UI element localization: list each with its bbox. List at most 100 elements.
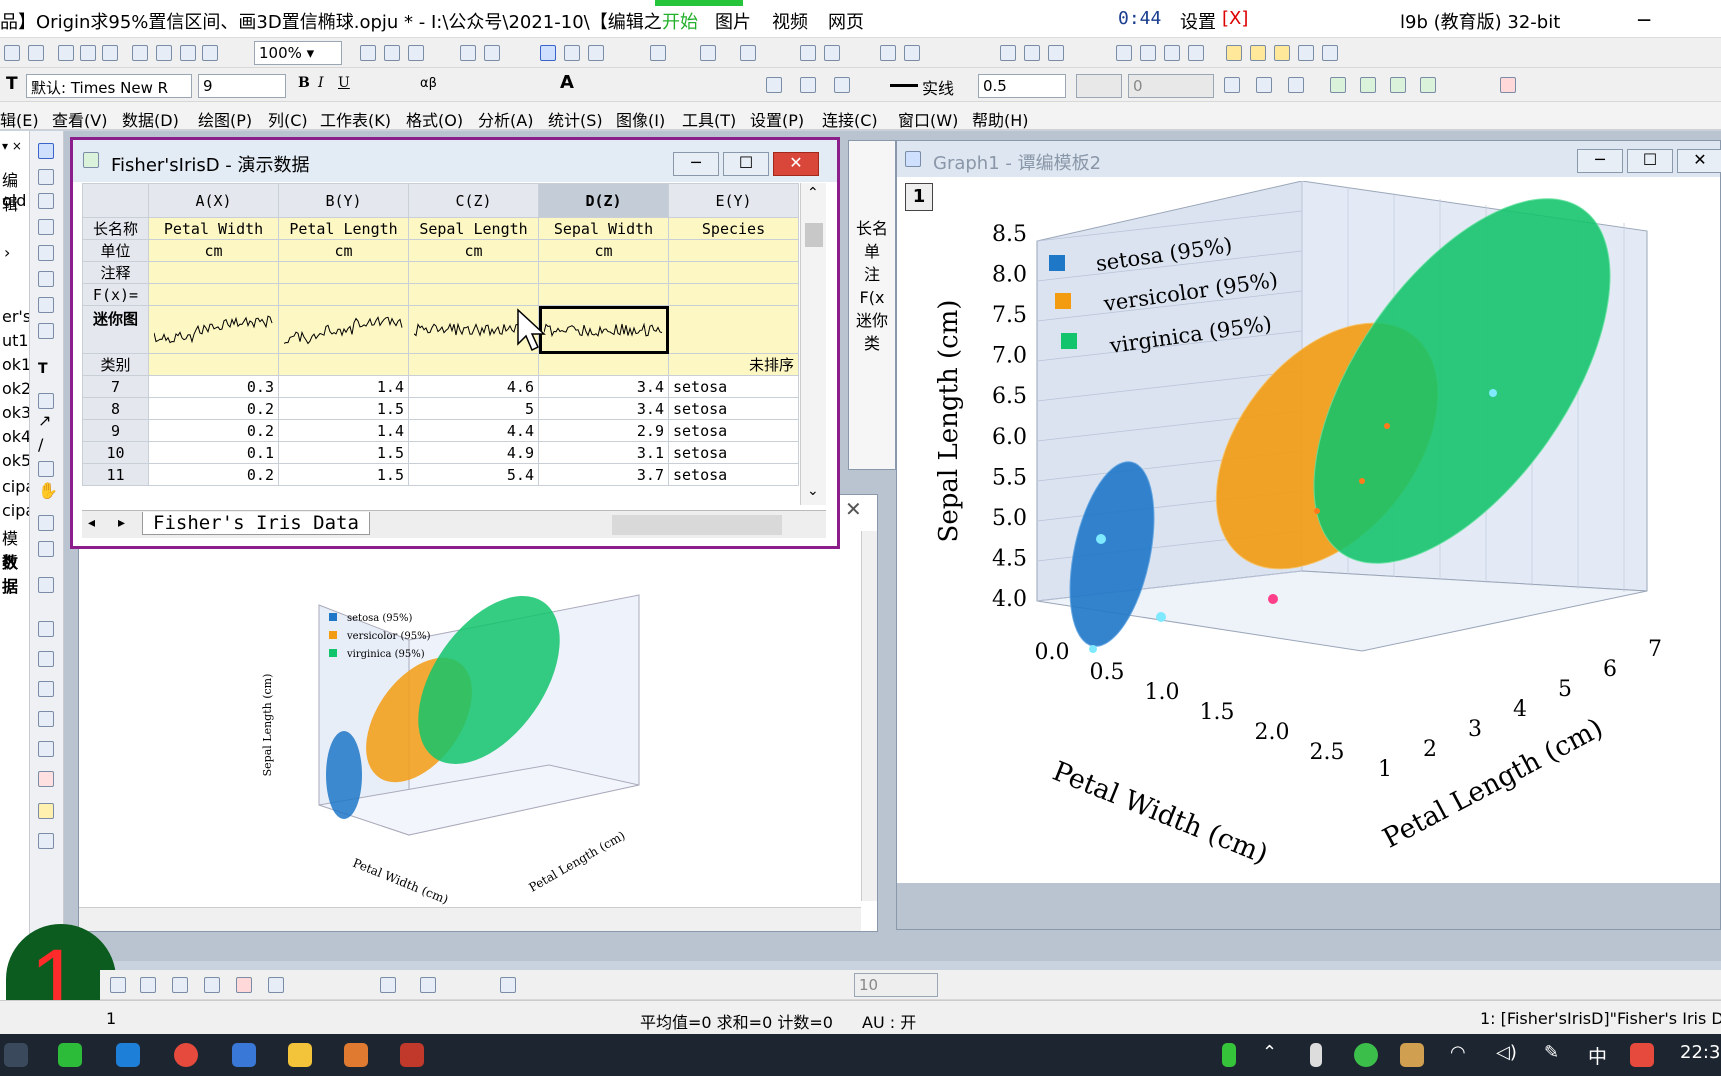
plot-3d-icon[interactable] bbox=[380, 977, 396, 993]
new-project-icon[interactable] bbox=[4, 45, 20, 61]
graph1-close-button[interactable]: ✕ bbox=[1677, 149, 1721, 173]
row-number[interactable]: 9 bbox=[82, 419, 149, 442]
list-icon[interactable] bbox=[38, 621, 54, 637]
formula-cell[interactable] bbox=[148, 283, 279, 306]
3d-ellipsoid-plot[interactable]: setosa (95%) versicolor (95%) virginica … bbox=[897, 181, 1720, 891]
data-cell[interactable]: 1.5 bbox=[278, 463, 409, 486]
origin-icon[interactable] bbox=[400, 1043, 424, 1067]
data-cell[interactable]: 3.4 bbox=[538, 397, 669, 420]
y-axis-icon[interactable] bbox=[1024, 45, 1040, 61]
zoom-in-icon[interactable] bbox=[38, 169, 54, 185]
data-cell[interactable]: setosa bbox=[668, 375, 799, 398]
expand-chevron-icon[interactable]: › bbox=[4, 243, 10, 262]
units-cell[interactable]: cm bbox=[408, 239, 539, 262]
table-row[interactable]: 9 0.2 1.4 4.4 2.9 setosa bbox=[82, 419, 799, 442]
explorer-item[interactable]: ok1 bbox=[2, 355, 29, 374]
last-frame-icon[interactable] bbox=[1188, 45, 1204, 61]
shape-icon[interactable] bbox=[38, 393, 54, 409]
settings-close[interactable]: [X] bbox=[1222, 8, 1248, 29]
sparkline-cell-selected[interactable] bbox=[538, 305, 669, 354]
worksheet-tool-icon-2[interactable] bbox=[1360, 77, 1376, 93]
data-cell[interactable]: 0.2 bbox=[148, 397, 279, 420]
formula-cell[interactable] bbox=[538, 283, 669, 306]
settings-icon[interactable] bbox=[38, 651, 54, 667]
long-name-cell[interactable]: Sepal Width bbox=[538, 217, 669, 240]
line-color-icon[interactable] bbox=[834, 77, 850, 93]
menu-plot[interactable]: 绘图(P) bbox=[198, 107, 252, 131]
data-cell[interactable]: setosa bbox=[668, 397, 799, 420]
hand-icon[interactable]: ✋ bbox=[38, 481, 58, 500]
new-worksheet-icon[interactable] bbox=[28, 45, 44, 61]
new-matrix-icon[interactable] bbox=[58, 45, 74, 61]
menu-statistics[interactable]: 统计(S) bbox=[548, 107, 603, 131]
refresh-icon[interactable] bbox=[360, 45, 376, 61]
grid-icon[interactable] bbox=[1288, 77, 1304, 93]
comment-cell[interactable] bbox=[278, 261, 409, 284]
units-cell[interactable]: cm bbox=[538, 239, 669, 262]
row-number[interactable]: 8 bbox=[82, 397, 149, 420]
tab-picture[interactable]: 图片 bbox=[715, 8, 751, 34]
sheet-hscroll[interactable] bbox=[612, 515, 782, 535]
ime-indicator[interactable]: 中 bbox=[1588, 1042, 1607, 1069]
app-icon[interactable] bbox=[232, 1043, 256, 1067]
start-icon[interactable] bbox=[4, 1043, 28, 1067]
sparkline-cell[interactable] bbox=[148, 305, 279, 354]
explorer-item[interactable]: old bbox=[2, 191, 26, 210]
row-label[interactable]: 类别 bbox=[82, 353, 149, 376]
formula-cell[interactable] bbox=[408, 283, 539, 306]
statistics-icon[interactable] bbox=[740, 45, 756, 61]
filter-icon[interactable] bbox=[880, 45, 896, 61]
save-icon[interactable] bbox=[180, 45, 196, 61]
bar-chart-icon[interactable] bbox=[800, 45, 816, 61]
table-row[interactable]: 7 0.3 1.4 4.6 3.4 setosa bbox=[82, 375, 799, 398]
data-cell[interactable]: 1.5 bbox=[278, 397, 409, 420]
tab-video[interactable]: 视频 bbox=[772, 8, 808, 34]
explorer-item[interactable]: er's bbox=[2, 307, 29, 326]
workbook-close-button[interactable]: ✕ bbox=[773, 152, 819, 176]
close-icon[interactable]: ✕ bbox=[845, 497, 862, 521]
text-tool-icon[interactable]: T bbox=[6, 74, 18, 94]
data-cell[interactable]: 4.6 bbox=[408, 375, 539, 398]
font-size-select[interactable]: 9 bbox=[198, 74, 286, 98]
formula-cell[interactable] bbox=[278, 283, 409, 306]
data-cell[interactable]: 2.9 bbox=[538, 419, 669, 442]
volume-icon[interactable]: ◁) bbox=[1496, 1042, 1517, 1063]
screen-reader-icon[interactable] bbox=[38, 245, 54, 261]
underline-button[interactable]: U bbox=[338, 75, 350, 91]
row-number[interactable]: 11 bbox=[82, 463, 149, 486]
table-icon[interactable] bbox=[588, 45, 604, 61]
menu-worksheet[interactable]: 工作表(K) bbox=[320, 107, 391, 131]
units-cell[interactable]: cm bbox=[148, 239, 279, 262]
hatch-icon[interactable] bbox=[1224, 77, 1240, 93]
plot-line-icon[interactable] bbox=[110, 977, 126, 993]
edge-icon[interactable] bbox=[116, 1043, 140, 1067]
sparkline-cell[interactable] bbox=[668, 305, 799, 354]
comment-cell[interactable] bbox=[668, 261, 799, 284]
scroll-thumb[interactable] bbox=[805, 223, 823, 247]
row-number[interactable]: 10 bbox=[82, 441, 149, 464]
explorer-item[interactable]: ok2 bbox=[2, 379, 29, 398]
data-cell[interactable]: 3.7 bbox=[538, 463, 669, 486]
data-cell[interactable]: 1.4 bbox=[278, 419, 409, 442]
category-cell[interactable] bbox=[148, 353, 279, 376]
settings-link[interactable]: 设置 bbox=[1180, 8, 1216, 34]
row-label[interactable]: 长名称 bbox=[82, 217, 149, 240]
data-cell[interactable]: 4.4 bbox=[408, 419, 539, 442]
tab-web[interactable]: 网页 bbox=[828, 8, 864, 34]
row-label[interactable]: 单位 bbox=[82, 239, 149, 262]
data-cell[interactable]: setosa bbox=[668, 463, 799, 486]
status-au[interactable]: AU : 开 bbox=[862, 1009, 916, 1033]
table-row[interactable]: 10 0.1 1.5 4.9 3.1 setosa bbox=[82, 441, 799, 464]
sparkline-cell[interactable] bbox=[278, 305, 409, 354]
sogou-icon[interactable] bbox=[1630, 1043, 1654, 1067]
app-icon-2[interactable] bbox=[1250, 45, 1266, 61]
wechat-icon[interactable] bbox=[58, 1043, 82, 1067]
layer-icon[interactable] bbox=[38, 515, 54, 531]
open-template-icon[interactable] bbox=[156, 45, 172, 61]
data-cell[interactable]: setosa bbox=[668, 441, 799, 464]
minimize-icon[interactable]: ─ bbox=[1638, 8, 1650, 32]
add-column-icon[interactable] bbox=[650, 45, 666, 61]
anchor-icon[interactable] bbox=[38, 711, 54, 727]
worksheet-vertical-scrollbar[interactable]: ⌃ ⌄ bbox=[800, 183, 826, 505]
plot-bar-icon[interactable] bbox=[204, 977, 220, 993]
